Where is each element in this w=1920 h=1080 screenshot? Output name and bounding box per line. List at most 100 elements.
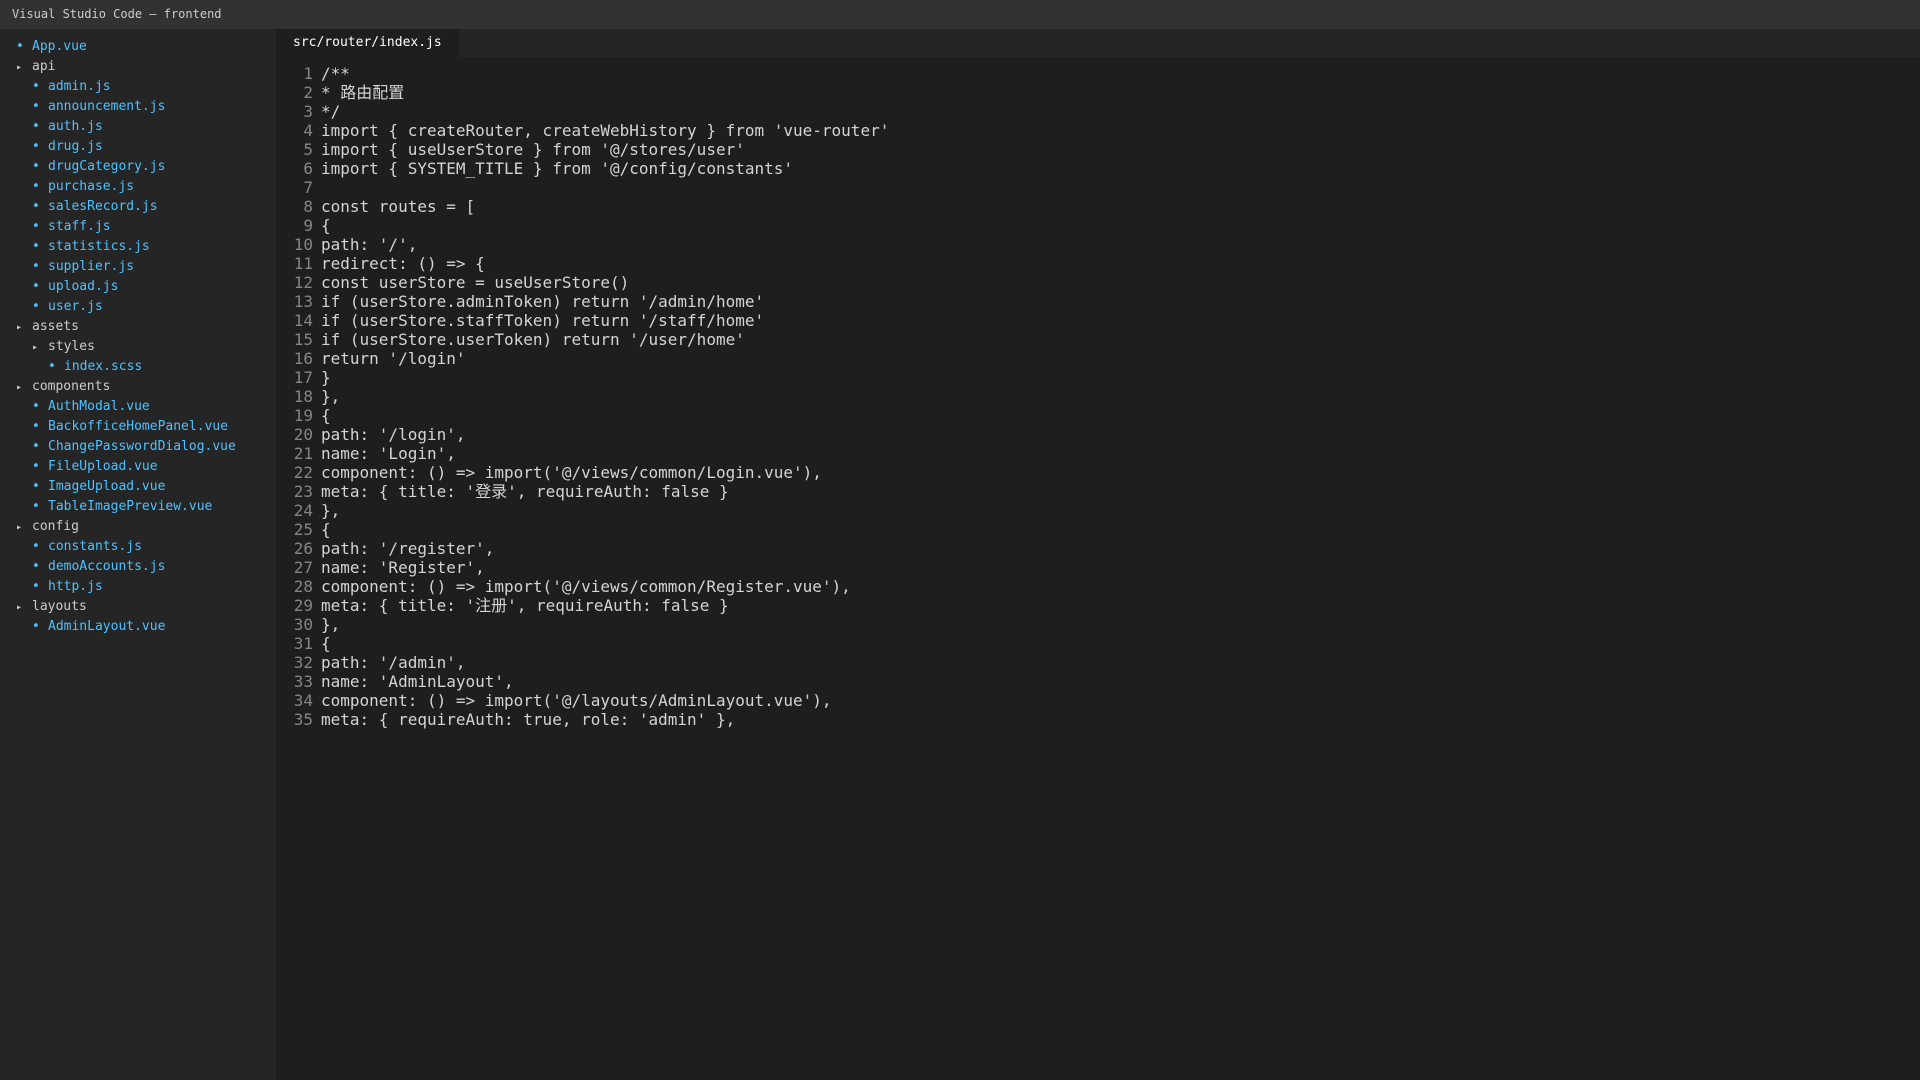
tree-folder-assets[interactable]: ▸ assets — [0, 317, 276, 337]
code-line[interactable]: 32 path: '/admin', — [276, 653, 1920, 672]
tree-folder-api[interactable]: ▸ api — [0, 57, 276, 77]
code-line[interactable]: 30}, — [276, 615, 1920, 634]
tree-file-demoaccounts-js[interactable]: • demoAccounts.js — [0, 557, 276, 577]
tree-file-backofficehomepanel-vue[interactable]: • BackofficeHomePanel.vue — [0, 417, 276, 437]
editor-tab-active[interactable]: src/router/index.js — [276, 29, 459, 57]
line-text: meta: { title: '注册', requireAuth: false … — [321, 596, 729, 615]
code-line[interactable]: 33 name: 'AdminLayout', — [276, 672, 1920, 691]
line-number: 26 — [293, 539, 313, 558]
code-line[interactable]: 27 name: 'Register', — [276, 558, 1920, 577]
code-line[interactable]: 20 path: '/login', — [276, 425, 1920, 444]
tree-file-user-js[interactable]: • user.js — [0, 297, 276, 317]
line-number: 8 — [303, 197, 313, 216]
tree-item-label: ChangePasswordDialog.vue — [48, 439, 236, 454]
line-text: if (userStore.adminToken) return '/admin… — [321, 292, 765, 311]
code-line[interactable]: 22 component: () => import('@/views/commo… — [276, 463, 1920, 482]
code-line[interactable]: 8 const routes = [ — [276, 197, 1920, 216]
tree-item-label: api — [32, 59, 56, 74]
line-number: 1 — [303, 64, 313, 83]
tree-file-changepassworddialog-vue[interactable]: • ChangePasswordDialog.vue — [0, 437, 276, 457]
tree-file-auth-js[interactable]: • auth.js — [0, 117, 276, 137]
code-line[interactable]: 10 path: '/', — [276, 235, 1920, 254]
code-line[interactable]: 35 meta: { requireAuth: true, role: 'admi… — [276, 710, 1920, 729]
line-number: 31 — [293, 634, 313, 653]
code-line[interactable]: 3 */ — [276, 102, 1920, 121]
tree-file-supplier-js[interactable]: • supplier.js — [0, 257, 276, 277]
code-area[interactable]: 1 /** 2 * 路由配置 3 */ 4 import { createRouter, cr… — [276, 57, 1920, 729]
code-line[interactable]: 7 — [276, 178, 1920, 197]
tree-item-label: constants.js — [48, 539, 142, 554]
code-line[interactable]: 12 const userStore = useUserStore() — [276, 273, 1920, 292]
tree-file-app-vue[interactable]: • App.vue — [0, 37, 276, 57]
code-line[interactable]: 24}, — [276, 501, 1920, 520]
line-text: return '/login' — [321, 349, 466, 368]
code-line[interactable]: 34 component: () => import('@/layouts/Adm… — [276, 691, 1920, 710]
code-line[interactable]: 26 path: '/register', — [276, 539, 1920, 558]
line-text: /** — [321, 64, 350, 83]
tree-file-staff-js[interactable]: • staff.js — [0, 217, 276, 237]
tree-folder-styles[interactable]: ▸ styles — [0, 337, 276, 357]
line-text: * 路由配置 — [321, 83, 405, 102]
code-line[interactable]: 11 redirect: () => { — [276, 254, 1920, 273]
tree-item-label: demoAccounts.js — [48, 559, 166, 574]
line-number: 17 — [293, 368, 313, 387]
tree-file-drug-js[interactable]: • drug.js — [0, 137, 276, 157]
tree-item-label: supplier.js — [48, 259, 135, 274]
code-line[interactable]: 6 import { SYSTEM_TITLE } from '@/config/… — [276, 159, 1920, 178]
tree-file-upload-js[interactable]: • upload.js — [0, 277, 276, 297]
line-text: { — [321, 406, 331, 425]
file-bullet-icon: • — [32, 619, 40, 634]
code-line[interactable]: 13 if (userStore.adminToken) return '/adm… — [276, 292, 1920, 311]
code-line[interactable]: 5 import { useUserStore } from '@/stores/… — [276, 140, 1920, 159]
tree-file-http-js[interactable]: • http.js — [0, 577, 276, 597]
line-number: 30 — [293, 615, 313, 634]
code-line[interactable]: 29 meta: { title: '注册', requireAuth: fals… — [276, 596, 1920, 615]
tree-folder-components[interactable]: ▸ components — [0, 377, 276, 397]
line-number: 3 — [303, 102, 313, 121]
tree-file-announcement-js[interactable]: • announcement.js — [0, 97, 276, 117]
line-text: { — [321, 520, 331, 539]
code-line[interactable]: 28 component: () => import('@/views/commo… — [276, 577, 1920, 596]
tree-file-statistics-js[interactable]: • statistics.js — [0, 237, 276, 257]
tree-file-tableimagepreview-vue[interactable]: • TableImagePreview.vue — [0, 497, 276, 517]
tree-file-imageupload-vue[interactable]: • ImageUpload.vue — [0, 477, 276, 497]
file-bullet-icon: • — [32, 539, 40, 554]
tree-file-fileupload-vue[interactable]: • FileUpload.vue — [0, 457, 276, 477]
code-line[interactable]: 19 { — [276, 406, 1920, 425]
file-bullet-icon: • — [32, 239, 40, 254]
code-line[interactable]: 4 import { createRouter, createWebHistory… — [276, 121, 1920, 140]
tree-folder-config[interactable]: ▸ config — [0, 517, 276, 537]
tree-file-purchase-js[interactable]: • purchase.js — [0, 177, 276, 197]
folder-chevron-icon: ▸ — [16, 602, 23, 613]
tree-item-label: statistics.js — [48, 239, 150, 254]
line-number: 12 — [293, 273, 313, 292]
code-line[interactable]: 25 { — [276, 520, 1920, 539]
code-line[interactable]: 9{ — [276, 216, 1920, 235]
editor-pane: src/router/index.js 1 /** 2 * 路由配置 3 */ 4 impor… — [276, 29, 1920, 1080]
code-line[interactable]: 23 meta: { title: '登录', requireAuth: fals… — [276, 482, 1920, 501]
file-bullet-icon: • — [32, 499, 40, 514]
tree-file-authmodal-vue[interactable]: • AuthModal.vue — [0, 397, 276, 417]
tree-file-drugcategory-js[interactable]: • drugCategory.js — [0, 157, 276, 177]
line-text: } — [321, 368, 331, 387]
tree-file-constants-js[interactable]: • constants.js — [0, 537, 276, 557]
code-line[interactable]: 18}, — [276, 387, 1920, 406]
code-line[interactable]: 14 if (userStore.staffToken) return '/sta… — [276, 311, 1920, 330]
file-bullet-icon: • — [32, 299, 40, 314]
tree-item-label: FileUpload.vue — [48, 459, 158, 474]
code-line[interactable]: 21 name: 'Login', — [276, 444, 1920, 463]
code-line[interactable]: 31 { — [276, 634, 1920, 653]
tree-file-admin-js[interactable]: • admin.js — [0, 77, 276, 97]
code-line[interactable]: 15 if (userStore.userToken) return '/user… — [276, 330, 1920, 349]
tree-file-salesrecord-js[interactable]: • salesRecord.js — [0, 197, 276, 217]
line-text: }, — [321, 501, 341, 520]
code-line[interactable]: 16 return '/login' — [276, 349, 1920, 368]
tree-folder-layouts[interactable]: ▸ layouts — [0, 597, 276, 617]
code-line[interactable]: 17} — [276, 368, 1920, 387]
tree-file-adminlayout-vue[interactable]: • AdminLayout.vue — [0, 617, 276, 637]
code-line[interactable]: 1 /** — [276, 64, 1920, 83]
code-line[interactable]: 2 * 路由配置 — [276, 83, 1920, 102]
file-bullet-icon: • — [32, 279, 40, 294]
tree-file-index-scss[interactable]: • index.scss — [0, 357, 276, 377]
line-text: const userStore = useUserStore() — [321, 273, 630, 292]
